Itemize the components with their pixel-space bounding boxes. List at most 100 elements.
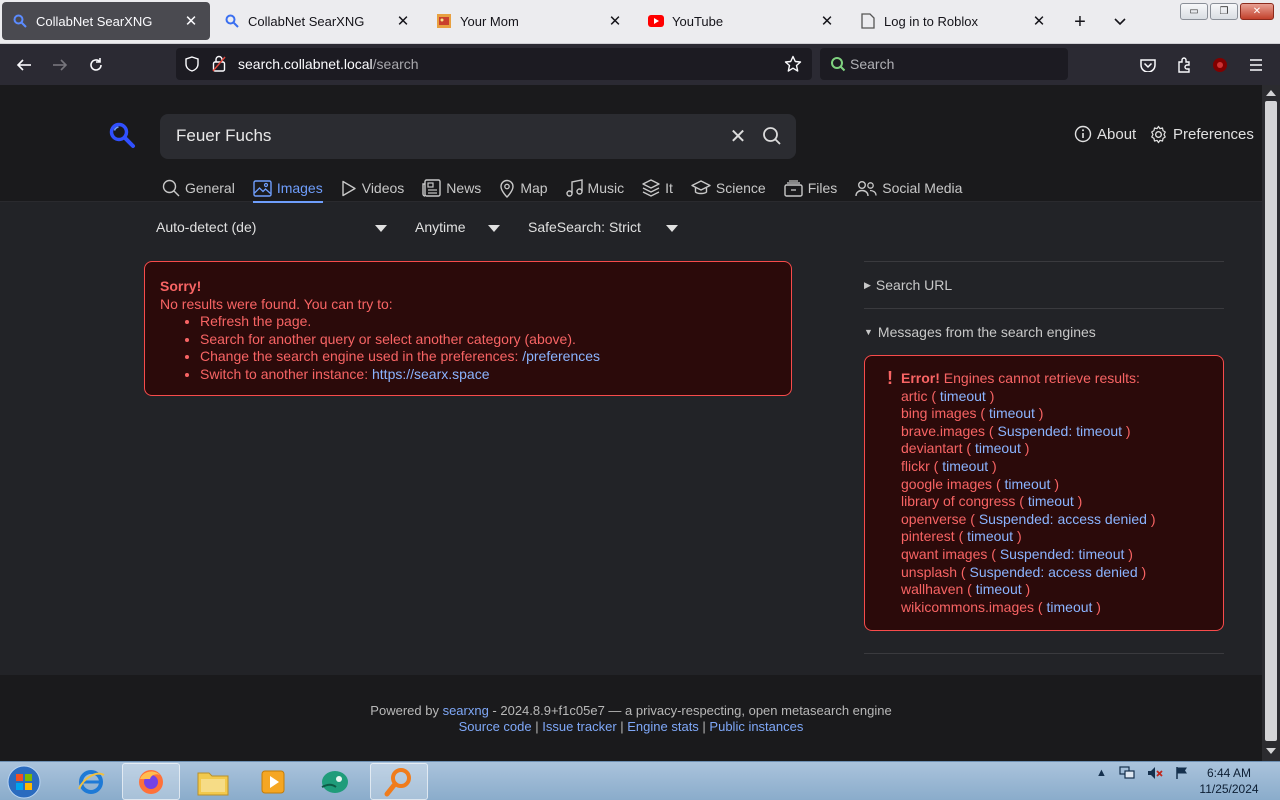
language-select[interactable]: Auto-detect (de) [156, 219, 396, 235]
taskbar-firefox[interactable] [122, 763, 180, 800]
issue-tracker-link[interactable]: Issue tracker [542, 719, 616, 734]
taskbar-media-player[interactable] [244, 763, 302, 800]
browser-search-bar[interactable]: Search [820, 48, 1068, 80]
engine-error-row: wallhaven ( timeout ) [901, 581, 1031, 598]
engine-error-reason[interactable]: timeout [940, 388, 986, 404]
search-submit-button[interactable] [760, 124, 784, 148]
menu-button[interactable] [1243, 52, 1269, 78]
public-instances-link[interactable]: Public instances [709, 719, 803, 734]
scrollbar-thumb[interactable] [1265, 101, 1277, 741]
engine-stats-link[interactable]: Engine stats [627, 719, 699, 734]
tab-label: Social Media [882, 180, 963, 196]
tab-general[interactable]: General [162, 175, 235, 201]
network-icon[interactable] [1119, 766, 1135, 780]
url-text[interactable]: search.collabnet.local/search [238, 56, 419, 72]
engine-error-row: bing images ( timeout ) [901, 405, 1044, 422]
flag-icon[interactable] [1175, 766, 1189, 780]
tab-science[interactable]: Science [691, 175, 766, 201]
taskbar-ie[interactable] [62, 763, 120, 800]
engine-error-reason[interactable]: timeout [975, 440, 1021, 456]
category-tabs: General Images Videos News Map Music It … [162, 175, 980, 203]
tab-music[interactable]: Music [565, 175, 624, 201]
extensions-button[interactable] [1171, 52, 1197, 78]
close-icon[interactable]: ✕ [818, 12, 836, 30]
tab-news[interactable]: News [422, 175, 481, 201]
engine-error-reason[interactable]: timeout [1005, 476, 1051, 492]
close-icon[interactable]: ✕ [1030, 12, 1048, 30]
tab-label: Files [807, 180, 838, 196]
tab-social-media[interactable]: Social Media [855, 175, 962, 201]
tab-videos[interactable]: Videos [341, 175, 404, 201]
back-button[interactable] [11, 52, 37, 78]
browser-tab-5[interactable]: Log in to Roblox ✕ [850, 2, 1058, 40]
engine-error-reason[interactable]: Suspended: timeout [998, 423, 1123, 439]
tab-label: CollabNet SearXNG [36, 13, 153, 29]
minimize-button[interactable]: ▭ [1180, 3, 1208, 20]
engine-messages-toggle[interactable]: ▼ Messages from the search engines [864, 309, 1224, 355]
firefox-icon [139, 769, 163, 794]
engine-error-reason[interactable]: Suspended: access denied [970, 564, 1138, 580]
shield-icon[interactable] [184, 56, 200, 72]
browser-tab-2[interactable]: CollabNet SearXNG ✕ [214, 2, 422, 40]
close-icon[interactable]: ✕ [606, 12, 624, 30]
engine-error-reason[interactable]: timeout [942, 458, 988, 474]
new-tab-button[interactable]: + [1068, 10, 1092, 34]
close-window-button[interactable]: ✕ [1240, 3, 1274, 20]
about-link[interactable]: About [1074, 125, 1136, 143]
clear-search-button[interactable]: ✕ [726, 124, 750, 148]
page-scrollbar[interactable] [1262, 85, 1280, 761]
tray-expand-icon[interactable]: ▲ [1096, 767, 1107, 779]
lock-icon[interactable] [212, 55, 226, 72]
engine-error-reason[interactable]: timeout [1047, 599, 1093, 615]
youtube-icon [648, 13, 664, 29]
source-code-link[interactable]: Source code [459, 719, 532, 734]
searxng-link[interactable]: searxng [443, 703, 489, 718]
list-item: Switch to another instance: https://sear… [200, 366, 776, 384]
safesearch-select[interactable]: SafeSearch: Strict [528, 219, 688, 235]
restore-button[interactable]: ❐ [1210, 3, 1238, 20]
instance-link[interactable]: https://searx.space [372, 366, 490, 382]
taskbar-app[interactable] [306, 763, 364, 800]
preferences-link[interactable]: Preferences [1149, 125, 1254, 144]
forward-button[interactable] [47, 52, 73, 78]
browser-tab-1[interactable]: CollabNet SearXNG ✕ [2, 2, 210, 40]
address-bar[interactable]: search.collabnet.local/search [176, 48, 812, 80]
chevron-down-icon[interactable] [666, 225, 678, 232]
chevron-down-icon[interactable] [375, 225, 387, 232]
browser-tab-4[interactable]: YouTube ✕ [638, 2, 846, 40]
volume-muted-icon[interactable] [1147, 766, 1163, 780]
engine-error-reason[interactable]: Suspended: timeout [1000, 546, 1125, 562]
engine-error-reason[interactable]: timeout [976, 581, 1022, 597]
taskbar-clock[interactable]: 6:44 AM 11/25/2024 [1196, 765, 1262, 797]
taskbar-explorer[interactable] [184, 763, 242, 800]
tab-files[interactable]: Files [784, 175, 838, 201]
pocket-button[interactable] [1135, 52, 1161, 78]
triangle-down-icon: ▼ [864, 327, 873, 337]
tab-list-button[interactable] [1108, 10, 1132, 34]
taskbar-search-app[interactable] [370, 763, 428, 800]
search-input[interactable]: Feuer Fuchs [176, 126, 271, 146]
close-icon[interactable]: ✕ [394, 12, 412, 30]
preferences-page-link[interactable]: /preferences [522, 348, 600, 364]
start-button[interactable] [4, 763, 44, 800]
tab-it[interactable]: It [642, 175, 673, 201]
tab-map[interactable]: Map [499, 175, 548, 201]
close-icon[interactable]: ✕ [182, 12, 200, 30]
arrow-right-icon [53, 59, 68, 71]
scroll-up-icon[interactable] [1266, 90, 1276, 96]
star-icon[interactable] [784, 55, 802, 73]
engine-error-reason[interactable]: timeout [1028, 493, 1074, 509]
engine-error-reason[interactable]: timeout [967, 528, 1013, 544]
engine-error-reason[interactable]: Suspended: access denied [979, 511, 1147, 527]
tab-label: Log in to Roblox [884, 13, 978, 29]
engine-error-reason[interactable]: timeout [989, 405, 1035, 421]
ublock-button[interactable] [1207, 52, 1233, 78]
chevron-down-icon[interactable] [488, 225, 500, 232]
searxng-logo-icon[interactable] [108, 121, 136, 149]
engine-name: wikicommons.images [901, 598, 1035, 615]
search-url-toggle[interactable]: ▶ Search URL [864, 262, 1224, 308]
reload-button[interactable] [83, 52, 109, 78]
browser-tab-3[interactable]: Your Mom ✕ [426, 2, 634, 40]
scroll-down-icon[interactable] [1266, 748, 1276, 754]
tab-images[interactable]: Images [252, 175, 323, 203]
